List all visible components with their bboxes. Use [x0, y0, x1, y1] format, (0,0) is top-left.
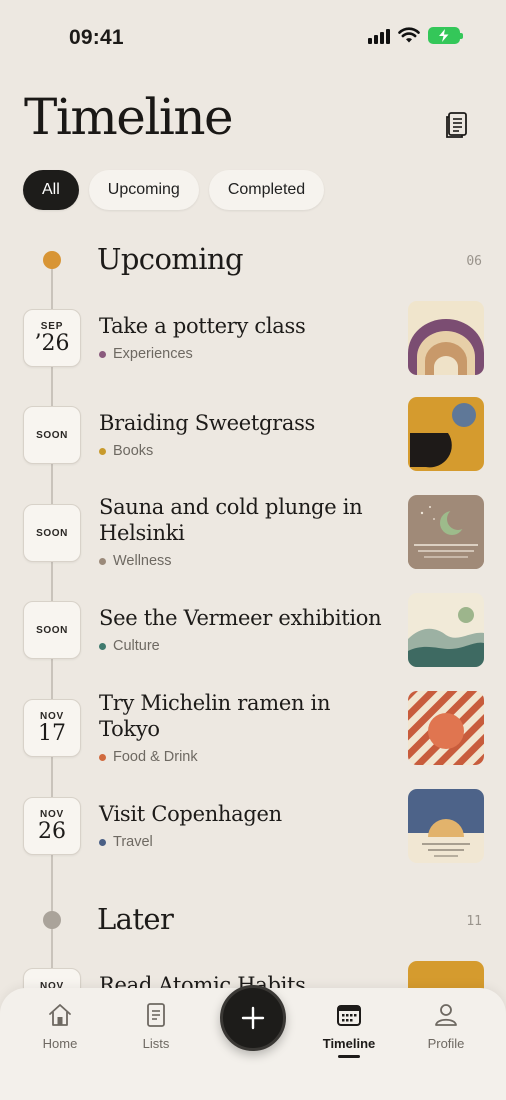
- moon-night-icon: [408, 495, 484, 569]
- category-dot: [99, 753, 106, 761]
- date-label: SOON: [36, 429, 68, 441]
- item-title[interactable]: Braiding Sweetgrass: [99, 410, 389, 436]
- section-dot-upcoming: [43, 251, 61, 269]
- nav-label: Timeline: [322, 1036, 376, 1051]
- add-button[interactable]: [220, 985, 286, 1051]
- date-day: 17: [38, 720, 66, 746]
- item-category: Experiences: [99, 346, 193, 362]
- section-dot-later: [43, 911, 61, 929]
- filter-upcoming[interactable]: Upcoming: [88, 170, 199, 210]
- section-title-later: Later: [97, 902, 174, 936]
- item-title[interactable]: See the Vermeer exhibition: [99, 605, 389, 631]
- item-thumbnail[interactable]: [408, 495, 484, 569]
- status-icons: [368, 27, 463, 44]
- nav-label: Home: [42, 1036, 78, 1051]
- date-badge: SOON: [23, 601, 81, 659]
- striped-sun-icon: [408, 691, 484, 765]
- nav-lists[interactable]: Lists: [116, 1002, 196, 1051]
- date-month: NOV: [39, 808, 65, 820]
- item-category: Culture: [99, 638, 160, 654]
- section-count-later: 11: [466, 914, 482, 929]
- nav-timeline[interactable]: Timeline: [309, 1002, 389, 1058]
- item-title[interactable]: Try Michelin ramen in Tokyo: [99, 690, 389, 742]
- rainbow-arches-icon: [408, 301, 484, 375]
- date-badge: SOON: [23, 504, 81, 562]
- calendar-icon: [337, 1005, 361, 1026]
- category-label: Travel: [113, 834, 153, 850]
- status-bar: 09:41: [0, 0, 506, 70]
- date-badge: SOON: [23, 406, 81, 464]
- date-day: ’26: [34, 330, 70, 356]
- item-title[interactable]: Sauna and cold plunge in Helsinki: [99, 494, 389, 546]
- item-title[interactable]: Visit Copenhagen: [99, 801, 389, 827]
- journal-icon: [446, 112, 467, 138]
- category-label: Experiences: [113, 346, 193, 362]
- filter-all[interactable]: All: [23, 170, 79, 210]
- filter-chips: All Upcoming Completed: [23, 170, 325, 210]
- category-label: Wellness: [113, 553, 172, 569]
- category-dot: [99, 838, 106, 846]
- category-dot: [99, 557, 106, 565]
- journal-button[interactable]: [444, 111, 470, 139]
- status-time: 09:41: [69, 26, 124, 49]
- nav-label: Profile: [427, 1036, 465, 1051]
- date-label: SOON: [36, 527, 68, 539]
- green-hills-icon: [408, 593, 484, 667]
- nav-profile[interactable]: Profile: [406, 1002, 486, 1051]
- item-thumbnail[interactable]: [408, 691, 484, 765]
- wifi-icon: [398, 27, 420, 43]
- abstract-sun-icon: [408, 397, 484, 471]
- item-category: Wellness: [99, 553, 172, 569]
- category-label: Culture: [113, 638, 160, 654]
- item-category: Books: [99, 443, 153, 459]
- item-thumbnail[interactable]: [408, 593, 484, 667]
- category-label: Food & Drink: [113, 749, 198, 765]
- date-badge: NOV 17: [23, 699, 81, 757]
- item-thumbnail[interactable]: [408, 789, 484, 863]
- item-category: Travel: [99, 834, 153, 850]
- item-thumbnail[interactable]: [408, 397, 484, 471]
- plus-icon: [241, 1006, 265, 1030]
- item-category: Food & Drink: [99, 749, 198, 765]
- category-dot: [99, 642, 106, 650]
- section-title-upcoming: Upcoming: [97, 242, 244, 276]
- nav-home[interactable]: Home: [20, 1002, 100, 1051]
- battery-icon: [428, 27, 463, 44]
- signal-icon: [368, 28, 390, 44]
- date-label: SOON: [36, 624, 68, 636]
- category-dot: [99, 350, 106, 358]
- list-icon: [147, 1003, 165, 1027]
- filter-completed[interactable]: Completed: [208, 170, 325, 210]
- profile-icon: [435, 1004, 457, 1026]
- item-title[interactable]: Take a pottery class: [99, 313, 389, 339]
- date-month: SEP: [40, 320, 64, 332]
- sunset-sea-icon: [408, 789, 484, 863]
- home-icon: [49, 1004, 71, 1026]
- date-month: NOV: [39, 710, 65, 722]
- date-badge: NOV 26: [23, 797, 81, 855]
- section-count-upcoming: 06: [466, 254, 482, 269]
- date-badge: SEP ’26: [23, 309, 81, 367]
- active-indicator: [338, 1055, 360, 1058]
- nav-label: Lists: [142, 1036, 170, 1051]
- date-day: 26: [38, 818, 66, 844]
- page-title: Timeline: [24, 88, 234, 146]
- category-dot: [99, 447, 106, 455]
- category-label: Books: [113, 443, 154, 459]
- item-thumbnail[interactable]: [408, 301, 484, 375]
